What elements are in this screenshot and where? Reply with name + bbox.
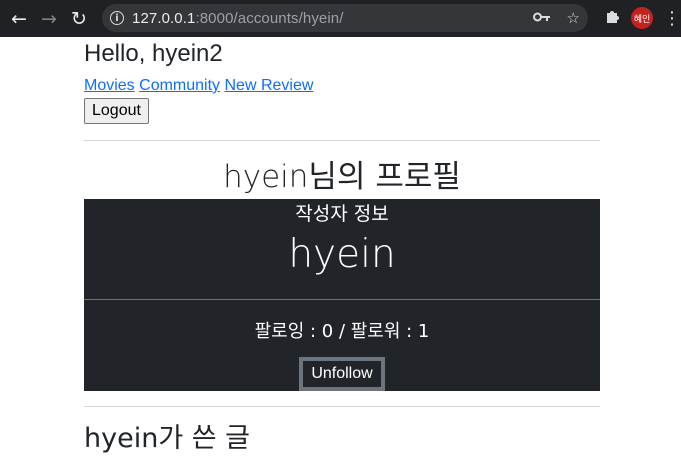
url-path: :8000/accounts/hyein/ (195, 9, 344, 27)
address-bar[interactable]: i 127.0.0.1:8000/accounts/hyein/ ☆ (102, 4, 588, 32)
key-icon[interactable] (532, 9, 551, 27)
author-info-card: 작성자 정보 hyein 팔로잉 : 0 / 팔로워 : 1 Unfollow (84, 199, 600, 391)
logout-button[interactable]: Logout (84, 98, 149, 124)
divider (84, 406, 600, 407)
profile-username: hyein (288, 232, 396, 277)
url-text: 127.0.0.1:8000/accounts/hyein/ (132, 10, 344, 27)
follow-counts: 팔로잉 : 0 / 팔로워 : 1 (254, 321, 430, 342)
nav-link-movies[interactable]: Movies (84, 77, 135, 94)
nav-link-community[interactable]: Community (139, 77, 220, 94)
posts-section-title: hyein가 쓴 글 (84, 423, 251, 454)
arrow-right-icon: → (41, 7, 57, 30)
extensions-puzzle-icon[interactable] (605, 8, 621, 28)
profile-avatar[interactable]: 혜인 (631, 7, 653, 29)
arrow-left-icon: ← (11, 7, 27, 30)
site-info-icon[interactable]: i (110, 11, 124, 25)
browser-toolbar: ← → ↻ i 127.0.0.1:8000/accounts/hyein/ ☆ (0, 0, 681, 37)
forward-button[interactable]: → (34, 4, 64, 34)
nav-link-new-review[interactable]: New Review (225, 77, 314, 94)
more-menu-icon[interactable]: ⋮ (663, 8, 681, 29)
main-container: Hello, hyein2 Movies Community New Revie… (84, 37, 600, 457)
back-button[interactable]: ← (4, 4, 34, 34)
omnibox-actions: ☆ (532, 4, 580, 32)
profile-title: hyein님의 프로필 (223, 159, 461, 195)
divider (84, 140, 600, 141)
nav-links: Movies Community New Review (84, 77, 600, 95)
card-subtitle: 작성자 정보 (295, 203, 389, 225)
reload-button[interactable]: ↻ (64, 4, 94, 34)
url-host: 127.0.0.1 (132, 9, 196, 27)
greeting: Hello, hyein2 (84, 40, 223, 67)
reload-icon: ↻ (71, 7, 87, 30)
unfollow-button[interactable]: Unfollow (299, 357, 385, 391)
bookmark-star-icon[interactable]: ☆ (567, 9, 580, 27)
extensions-area: 혜인 ⋮ (605, 4, 681, 32)
